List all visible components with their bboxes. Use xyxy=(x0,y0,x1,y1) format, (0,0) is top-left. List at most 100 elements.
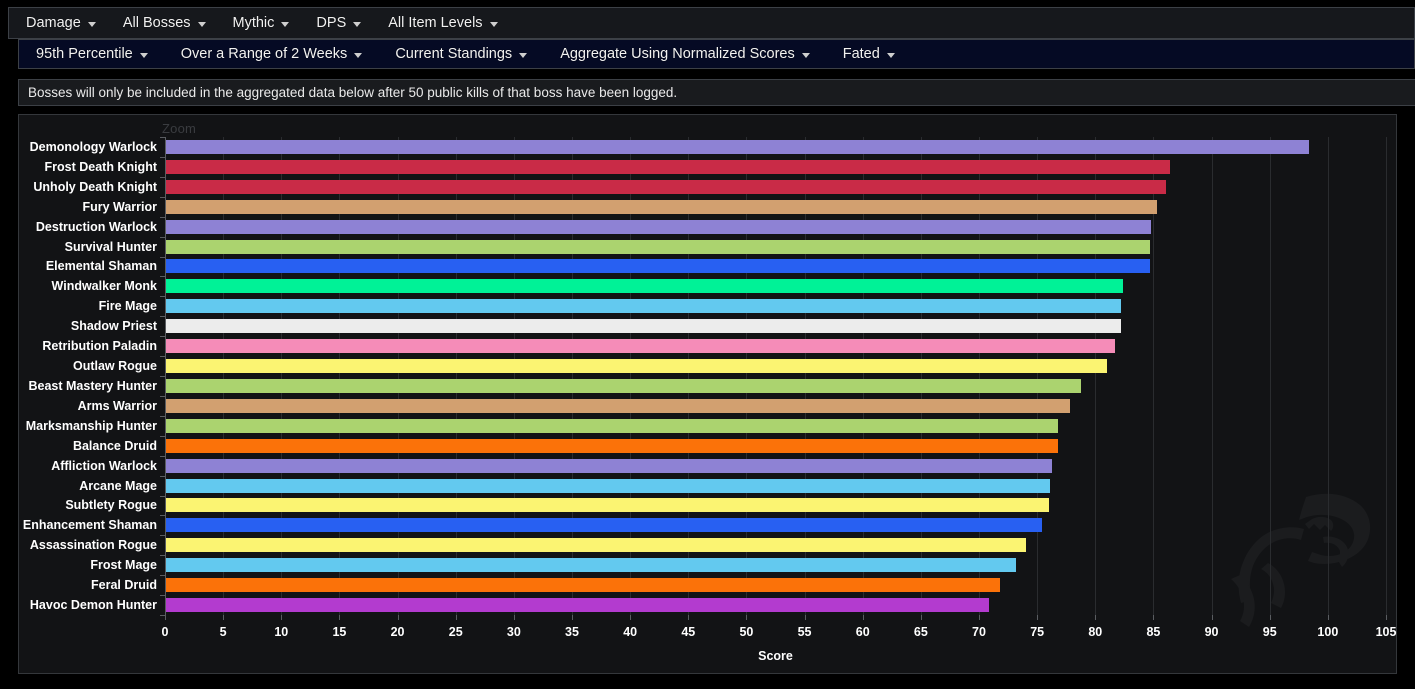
y-tick-mark xyxy=(160,575,165,576)
x-tick-label: 95 xyxy=(1262,625,1277,639)
x-tick-label: 15 xyxy=(332,625,347,639)
x-tick-mark xyxy=(1037,615,1039,620)
primary-menu-mythic[interactable]: Mythic xyxy=(225,10,301,37)
x-tick-mark xyxy=(630,615,632,620)
x-tick-mark xyxy=(281,615,283,620)
x-tick-mark xyxy=(1327,615,1329,620)
chevron-down-icon xyxy=(281,21,290,27)
chevron-down-icon xyxy=(197,21,206,27)
x-tick-label: 70 xyxy=(972,625,986,639)
x-tick-label: 5 xyxy=(219,625,227,639)
secondary-menu-over-a-range-of-2-weeks[interactable]: Over a Range of 2 Weeks xyxy=(173,41,374,68)
x-tick-label: 65 xyxy=(913,625,928,639)
chevron-down-icon xyxy=(354,52,363,58)
y-tick-mark xyxy=(160,257,165,258)
y-tick-mark xyxy=(160,137,165,138)
menu-label: Fated xyxy=(842,45,880,62)
menu-label: All Bosses xyxy=(122,14,191,31)
chevron-down-icon xyxy=(87,21,96,27)
y-tick-mark xyxy=(160,515,165,516)
x-tick-mark xyxy=(1269,615,1271,620)
aggregation-notice-bar: Bosses will only be included in the aggr… xyxy=(18,79,1415,106)
menu-label: Aggregate Using Normalized Scores xyxy=(560,45,795,62)
x-tick-label: 40 xyxy=(623,625,638,639)
x-tick-label: 30 xyxy=(506,625,521,639)
y-tick-mark xyxy=(160,336,165,337)
menu-label: All Item Levels xyxy=(388,14,483,31)
x-tick-label: 100 xyxy=(1317,625,1339,639)
y-axis-line xyxy=(165,137,166,615)
aggregation-notice-text: Bosses will only be included in the aggr… xyxy=(28,85,678,100)
primary-menu-all-bosses[interactable]: All Bosses xyxy=(115,10,217,37)
y-tick-mark xyxy=(160,476,165,477)
primary-filter-toolbar: Damage All Bosses Mythic DPS All Item Levels xyxy=(8,7,1415,39)
x-tick-label: 50 xyxy=(739,625,754,639)
chevron-down-icon xyxy=(801,52,810,58)
x-tick-mark xyxy=(1211,615,1213,620)
y-tick-mark xyxy=(160,217,165,218)
secondary-menu-current-standings[interactable]: Current Standings xyxy=(387,41,538,68)
menu-label: Damage xyxy=(26,14,81,31)
x-tick-mark xyxy=(1386,615,1387,620)
chevron-down-icon xyxy=(489,21,498,27)
chart-axes: 0 5 10 15 20 25 30 35 40 45 50 55 60 65 70 75 80 85 90 95 10… xyxy=(19,115,1398,675)
x-tick-label: 25 xyxy=(448,625,463,639)
menu-label: Over a Range of 2 Weeks xyxy=(180,45,348,62)
y-tick-mark xyxy=(160,276,165,277)
menu-label: DPS xyxy=(316,14,347,31)
x-tick-mark xyxy=(920,615,922,620)
x-tick-mark xyxy=(165,615,166,620)
x-tick-label: 85 xyxy=(1146,625,1161,639)
y-tick-mark xyxy=(160,197,165,198)
secondary-menu-aggregate-using-normalized-scores[interactable]: Aggregate Using Normalized Scores xyxy=(552,41,821,68)
y-tick-mark xyxy=(160,615,165,616)
menu-label: Current Standings xyxy=(395,45,513,62)
chevron-down-icon xyxy=(139,52,148,58)
y-tick-mark xyxy=(160,535,165,536)
y-tick-mark xyxy=(160,296,165,297)
x-tick-label: 90 xyxy=(1204,625,1219,639)
x-tick-label: 10 xyxy=(274,625,289,639)
x-tick-mark xyxy=(804,615,806,620)
x-tick-mark xyxy=(572,615,573,620)
x-tick-mark xyxy=(1095,615,1097,620)
chevron-down-icon xyxy=(519,52,528,58)
y-tick-mark xyxy=(160,595,165,596)
x-tick-mark xyxy=(513,615,515,620)
primary-menu-dps[interactable]: DPS xyxy=(308,10,372,37)
x-tick-mark xyxy=(862,615,864,620)
x-tick-mark xyxy=(455,615,457,620)
y-tick-mark xyxy=(160,456,165,457)
y-tick-mark xyxy=(160,496,165,497)
x-tick-mark xyxy=(688,615,690,620)
x-tick-label: 20 xyxy=(390,625,405,639)
x-tick-label: 55 xyxy=(797,625,812,639)
x-tick-mark xyxy=(746,615,748,620)
primary-menu-all-item-levels[interactable]: All Item Levels xyxy=(380,10,508,37)
y-tick-mark xyxy=(160,416,165,417)
x-tick-label: 0 xyxy=(161,625,169,639)
chevron-down-icon xyxy=(353,21,362,27)
secondary-menu-95th-percentile[interactable]: 95th Percentile xyxy=(28,41,159,68)
x-tick-label: 60 xyxy=(855,625,870,639)
y-tick-mark xyxy=(160,177,165,178)
x-tick-label: 105 xyxy=(1375,625,1397,639)
chart-panel: Zoom Demonology Warlock Frost Death Knigh… xyxy=(18,114,1397,674)
y-tick-mark xyxy=(160,396,165,397)
x-tick-mark xyxy=(339,615,341,620)
y-tick-mark xyxy=(160,376,165,377)
y-tick-mark xyxy=(160,316,165,317)
y-tick-mark xyxy=(160,157,165,158)
bar-chart-plot: Demonology Warlock Frost Death Knight Unho… xyxy=(19,115,1398,675)
x-tick-label: 45 xyxy=(681,625,696,639)
primary-menu-damage[interactable]: Damage xyxy=(18,10,107,37)
menu-label: 95th Percentile xyxy=(36,45,133,62)
secondary-filter-toolbar: 95th Percentile Over a Range of 2 Weeks Cu… xyxy=(18,39,1415,69)
y-tick-mark xyxy=(160,237,165,238)
x-tick-mark xyxy=(979,615,980,620)
page-root: Damage All Bosses Mythic DPS All Item Levels… xyxy=(0,0,1415,689)
y-tick-mark xyxy=(160,555,165,556)
x-tick-mark xyxy=(1153,615,1155,620)
secondary-menu-fated[interactable]: Fated xyxy=(835,41,906,68)
x-tick-label: 75 xyxy=(1030,625,1045,639)
